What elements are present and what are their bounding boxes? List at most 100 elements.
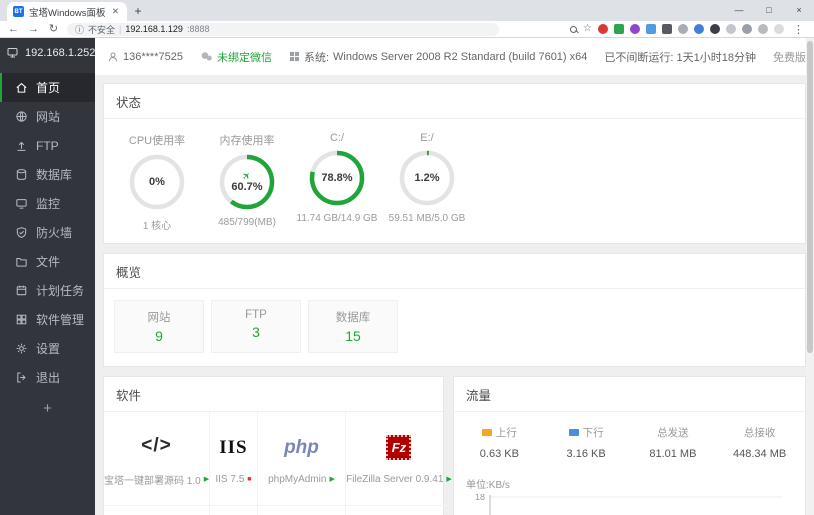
gauge-sub-label: 11.74 GB/14.9 GB	[296, 213, 378, 224]
history-extension-icon[interactable]	[742, 24, 752, 34]
browser-menu-icon[interactable]: ⋮	[790, 23, 807, 36]
traffic-panel-title: 流量	[454, 377, 805, 412]
sidebar-item-settings[interactable]: 设置	[0, 334, 95, 363]
status-gauges: CPU使用率 0% 1 核心 内存使用率 ✈ 60.7% 485/799(MB)…	[104, 119, 805, 243]
blue-extension-icon[interactable]	[646, 24, 656, 34]
windows-icon	[289, 51, 300, 62]
grid-icon	[16, 314, 27, 325]
running-marker-icon: ▶	[446, 475, 452, 483]
sidebar-item-firewall[interactable]: 防火墙	[0, 218, 95, 247]
gray-x-extension-icon[interactable]	[726, 24, 736, 34]
gauge-label: E:/	[420, 132, 434, 144]
gray-circle-extension-icon[interactable]	[758, 24, 768, 34]
back-icon[interactable]: ←	[7, 22, 20, 37]
bookmark-star-icon[interactable]: ☆	[583, 24, 592, 34]
software-item-empty	[346, 506, 452, 515]
sidebar-item-label: 首页	[36, 81, 61, 95]
sidebar-item-label: 监控	[36, 197, 61, 211]
sidebar-item-database[interactable]: 数据库	[0, 160, 95, 189]
gauge-sub-label: 59.51 MB/5.0 GB	[388, 213, 466, 224]
card-value: 9	[155, 328, 163, 344]
traffic-panel: 流量 上行 0.63 KB 下行 3.16 KB 总发送 81.01 MB 总接…	[453, 376, 806, 515]
software-panel: 软件 </> 宝塔一键部署源码 1.0 ▶ IIS IIS 7.5 ■ php ph	[103, 376, 452, 515]
sidebar-item-monitor[interactable]: 监控	[0, 189, 95, 218]
ftp-count-card[interactable]: FTP 3	[211, 300, 301, 353]
baota-panel: 192.168.1.252 0 首页 网站 FTP 数据库 监控	[0, 38, 814, 515]
purple-circle-extension-icon[interactable]	[630, 24, 640, 34]
sidebar-item-label: 网站	[36, 110, 61, 124]
software-item-waf[interactable]: WAF 宝塔IIS防火墙 1.0▶	[258, 506, 347, 515]
card-value: 15	[345, 328, 361, 344]
browser-tab[interactable]: BT 宝塔Windows面板 ✕	[7, 2, 127, 21]
account-link[interactable]: 136****7525	[107, 51, 183, 63]
server-ip: 192.168.1.252	[25, 47, 96, 59]
software-item-deploy[interactable]: </> 宝塔一键部署源码 1.0 ▶	[104, 412, 211, 506]
disk-e-gauge: E:/ 1.2% 59.51 MB/5.0 GB	[382, 132, 472, 232]
gray-q-extension-icon[interactable]	[678, 24, 688, 34]
folder-icon	[16, 258, 27, 267]
card-label: FTP	[245, 309, 267, 321]
website-count-card[interactable]: 网站 9	[114, 300, 204, 353]
sidebar-item-files[interactable]: 文件	[0, 247, 95, 276]
gear-icon	[16, 343, 27, 354]
database-count-card[interactable]: 数据库 15	[308, 300, 398, 353]
tab-close-icon[interactable]: ✕	[110, 6, 121, 17]
upload-icon	[17, 141, 26, 151]
sidebar-item-website[interactable]: 网站	[0, 102, 95, 131]
software-item-php52[interactable]: php PHP-5.2▶	[104, 506, 211, 515]
overview-panel-title: 概览	[104, 254, 805, 289]
window-controls: — □ ×	[724, 0, 814, 21]
stat-value: 3.16 KB	[566, 448, 606, 460]
upstream-swatch-icon	[481, 429, 492, 436]
sidebar-item-cron[interactable]: 计划任务	[0, 276, 95, 305]
stat-value: 448.34 MB	[733, 448, 787, 460]
tab-title: 宝塔Windows面板	[29, 7, 105, 19]
dark-bear-extension-icon[interactable]	[710, 24, 720, 34]
gauge-label: CPU使用率	[128, 135, 186, 147]
software-item-phpmyadmin[interactable]: php phpMyAdmin ▶	[257, 412, 347, 506]
monitor-icon	[16, 199, 27, 209]
system-label: 系统:	[303, 51, 330, 64]
new-tab-button[interactable]: +	[127, 2, 149, 21]
wechat-bind-link[interactable]: 未绑定微信	[200, 49, 272, 65]
green-square-extension-icon[interactable]	[614, 24, 624, 34]
bottom-row: 软件 </> 宝塔一键部署源码 1.0 ▶ IIS IIS 7.5 ■ php ph	[103, 376, 806, 515]
gauge-label: C:/	[329, 132, 345, 144]
window-close-button[interactable]: ×	[784, 0, 814, 21]
running-marker-icon: ▶	[329, 475, 335, 483]
sidebar-item-app-store[interactable]: 软件管理	[0, 305, 95, 334]
sidebar-item-label: 防火墙	[36, 226, 73, 240]
forward-icon[interactable]: →	[27, 22, 40, 37]
total-sent-stat: 总发送 81.01 MB	[630, 425, 717, 460]
sidebar-item-logout[interactable]: 退出	[0, 363, 95, 392]
sidebar-add-button[interactable]: +	[0, 400, 95, 417]
gauge-value: 0%	[149, 176, 165, 188]
status-panel-title: 状态	[104, 84, 805, 119]
info-icon[interactable]: ⓘ	[75, 23, 84, 36]
downstream-stat: 下行 3.16 KB	[543, 425, 630, 460]
software-name: 宝塔一键部署源码 1.0	[104, 475, 201, 487]
sidebar-item-home[interactable]: 首页	[0, 73, 95, 102]
sidebar-item-ftp[interactable]: FTP	[0, 131, 95, 160]
search-icon[interactable]	[570, 25, 578, 33]
gauge-label: 内存使用率	[219, 135, 275, 147]
software-item-iis[interactable]: IIS IIS 7.5 ■	[210, 412, 258, 506]
url-input[interactable]: ⓘ 不安全 | 192.168.1.129:8888	[67, 22, 499, 36]
software-item-redis[interactable]: redis 1.0▶	[210, 506, 258, 515]
software-item-filezilla[interactable]: Fz FileZilla Server 0.9.41 ▶	[346, 412, 452, 506]
profile-avatar-icon[interactable]	[774, 24, 784, 34]
memory-gauge: 内存使用率 ✈ 60.7% 485/799(MB)	[202, 132, 292, 232]
cpu-gauge: CPU使用率 0% 1 核心	[112, 132, 202, 232]
window-maximize-button[interactable]: □	[754, 0, 784, 21]
window-minimize-button[interactable]: —	[724, 0, 754, 21]
filter-extension-icon[interactable]	[662, 24, 672, 34]
toolbar-icons: ☆ ⋮	[570, 23, 807, 36]
scrollbar-thumb[interactable]	[807, 41, 813, 353]
reload-icon[interactable]: ↻	[47, 22, 60, 37]
card-value: 3	[252, 324, 260, 340]
red-circle-extension-icon[interactable]	[598, 24, 608, 34]
shield-icon	[16, 227, 27, 239]
sidebar-item-label: 计划任务	[36, 284, 85, 298]
globe-icon	[16, 111, 27, 122]
blue-o-extension-icon[interactable]	[694, 24, 704, 34]
